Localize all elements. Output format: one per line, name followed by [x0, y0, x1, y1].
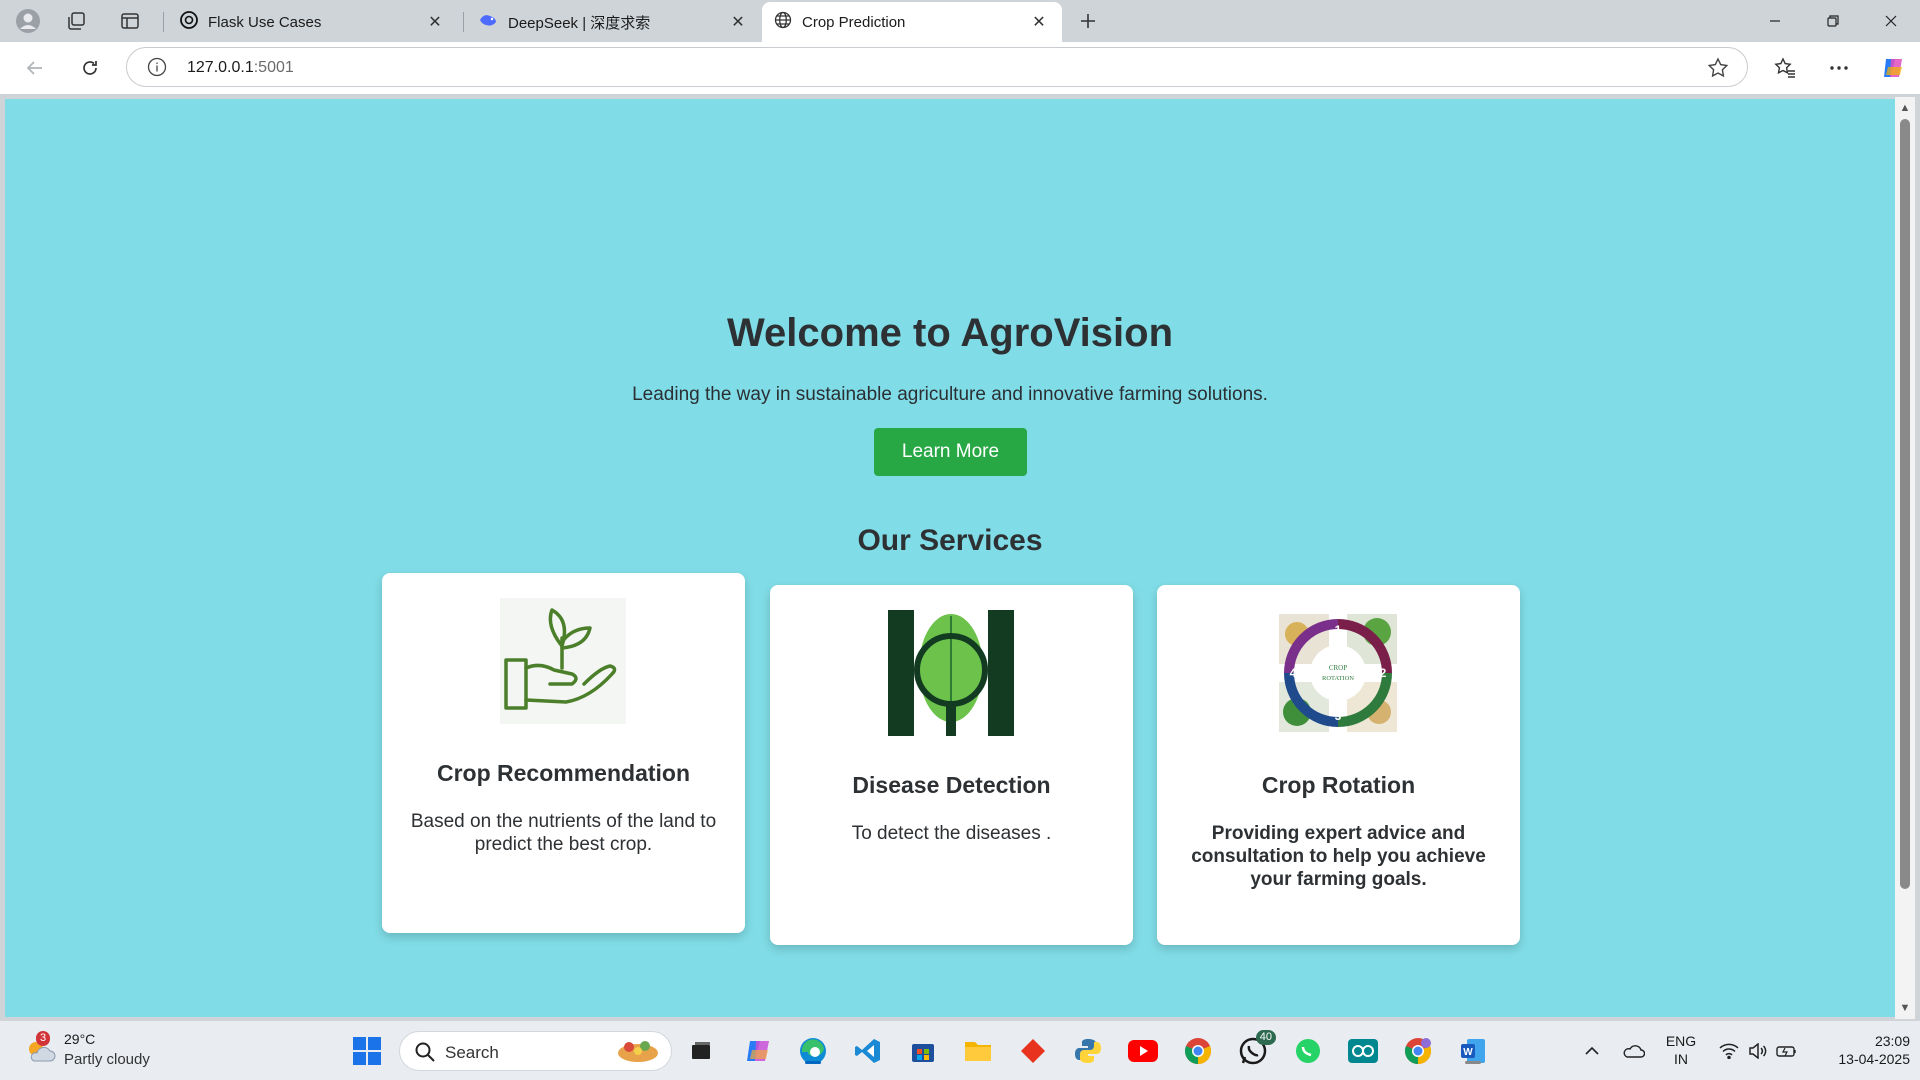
card-title: Crop Rotation [1261, 772, 1416, 798]
vscode-icon[interactable] [851, 1034, 885, 1068]
leaf-magnifier-icon [888, 610, 1014, 736]
diagram-label-bottom: ROTATION [1322, 675, 1354, 682]
close-icon[interactable]: ✕ [727, 11, 749, 33]
whatsapp-badge: 40 [1255, 1030, 1276, 1045]
page-scrollbar[interactable]: ▲ ▼ [1895, 97, 1915, 1019]
scroll-down-icon[interactable]: ▼ [1898, 1001, 1912, 1015]
weather-icon: 3 [24, 1031, 56, 1070]
running-indicator [1465, 1061, 1481, 1064]
globe-icon [774, 11, 792, 33]
card-title: Crop Recommendation [436, 760, 691, 786]
hero-title: Welcome to AgroVision [727, 311, 1173, 355]
search-icon [414, 1041, 436, 1068]
workspaces-icon[interactable] [62, 7, 90, 35]
edge-browser-icon[interactable] [796, 1034, 830, 1068]
taskbar-search[interactable]: Search [399, 1031, 672, 1071]
clock-date: 13-04-2025 [1838, 1051, 1910, 1067]
scroll-up-icon[interactable]: ▲ [1898, 101, 1912, 115]
card-text: Providing expert advice and consultation… [1191, 823, 1486, 890]
youtube-icon[interactable] [1126, 1034, 1160, 1068]
chrome-icon[interactable] [1181, 1034, 1215, 1068]
service-card-crop-recommendation[interactable]: Crop Recommendation Based on the nutrien… [382, 573, 745, 933]
diagram-step-3: 3 [1335, 709, 1342, 723]
services-title: Our Services [857, 524, 1043, 557]
chevron-up-icon[interactable] [1575, 1034, 1609, 1068]
card-text: Based on the nutrients of the land to pr… [410, 811, 717, 855]
learn-more-button[interactable]: Learn More [874, 428, 1027, 476]
taskbar: 3 29°C Partly cloudy Search 40 W ENG IN … [0, 1020, 1920, 1080]
close-icon[interactable]: ✕ [424, 11, 446, 33]
tab-deepseek[interactable]: DeepSeek | 深度求索 ✕ [466, 2, 761, 42]
whatsapp-icon[interactable]: 40 [1236, 1030, 1276, 1068]
close-window-icon[interactable] [1862, 0, 1920, 42]
whatsapp-business-icon[interactable] [1291, 1034, 1325, 1068]
url-text[interactable]: 127.0.0.1:5001 [187, 59, 294, 77]
diagram-step-4: 4 [1290, 666, 1297, 680]
tab-crop-prediction[interactable]: Crop Prediction ✕ [762, 2, 1062, 42]
refresh-icon[interactable] [75, 53, 105, 83]
python-icon[interactable] [1071, 1034, 1105, 1068]
tab-separator [163, 12, 164, 32]
language-code: ENG [1665, 1033, 1697, 1049]
site-info-icon[interactable] [147, 57, 167, 82]
openai-icon [180, 11, 198, 33]
new-tab-icon[interactable] [1074, 7, 1102, 35]
word-icon-letter: W [1463, 1047, 1473, 1058]
diagram-label-top: CROP [1329, 664, 1347, 672]
battery-icon[interactable] [1770, 1034, 1804, 1068]
search-placeholder: Search [445, 1043, 499, 1062]
weather-badge: 3 [36, 1031, 51, 1046]
weather-widget[interactable]: 3 29°C Partly cloudy [20, 1031, 180, 1073]
service-card-crop-rotation[interactable]: CROP ROTATION 1 2 3 4 Crop Rotation Prov… [1157, 585, 1520, 945]
active-indicator [805, 1061, 821, 1064]
tab-separator [463, 12, 464, 32]
clock[interactable]: 23:09 13-04-2025 [1814, 1032, 1910, 1068]
copilot-app-icon[interactable] [741, 1034, 775, 1068]
restore-icon[interactable] [1804, 0, 1862, 42]
scroll-thumb[interactable] [1900, 119, 1910, 889]
weather-condition: Partly cloudy [64, 1051, 150, 1068]
profile-icon[interactable] [14, 7, 42, 35]
diagram-step-1: 1 [1335, 623, 1342, 637]
tab-actions-icon[interactable] [116, 7, 144, 35]
onedrive-cloud-icon[interactable] [1616, 1034, 1650, 1068]
card-title: Disease Detection [852, 772, 1051, 798]
git-app-icon[interactable] [1016, 1034, 1050, 1068]
chrome-profile-icon[interactable] [1401, 1034, 1435, 1068]
browser-toolbar: 127.0.0.1:5001 [0, 42, 1920, 94]
microsoft-store-icon[interactable] [906, 1034, 940, 1068]
clock-time: 23:09 [1874, 1033, 1910, 1049]
address-bar[interactable]: 127.0.0.1:5001 [126, 47, 1748, 87]
region-code: IN [1674, 1051, 1688, 1067]
card-text: To detect the diseases . [851, 823, 1052, 844]
windows-start-icon[interactable] [350, 1034, 384, 1068]
tab-title: DeepSeek | 深度求索 [508, 14, 651, 32]
task-view-icon[interactable] [684, 1034, 718, 1068]
search-highlight-icon [613, 1037, 663, 1070]
tab-title: Crop Prediction [802, 13, 906, 31]
crop-rotation-diagram: CROP ROTATION 1 2 3 4 [1275, 610, 1401, 736]
copilot-icon[interactable] [1878, 53, 1908, 83]
favorite-star-icon[interactable] [1707, 57, 1729, 84]
service-card-disease-detection[interactable]: Disease Detection To detect the diseases… [770, 585, 1133, 945]
diagram-step-2: 2 [1380, 666, 1387, 680]
arduino-icon[interactable] [1346, 1034, 1380, 1068]
minimize-icon[interactable] [1746, 0, 1804, 42]
browser-tab-strip: Flask Use Cases ✕ DeepSeek | 深度求索 ✕ Crop… [0, 0, 1920, 42]
more-options-icon[interactable] [1824, 53, 1854, 83]
tab-flask-use-cases[interactable]: Flask Use Cases ✕ [168, 2, 458, 42]
hand-plant-icon [500, 598, 626, 724]
tab-title: Flask Use Cases [208, 13, 322, 31]
page-viewport: Welcome to AgroVision Leading the way in… [5, 99, 1895, 1017]
file-explorer-icon[interactable] [961, 1034, 995, 1068]
word-icon[interactable]: W [1456, 1034, 1490, 1068]
hero-subtitle: Leading the way in sustainable agricultu… [632, 384, 1268, 405]
weather-temperature: 29°C [64, 1031, 96, 1047]
favorites-icon[interactable] [1770, 53, 1800, 83]
close-icon[interactable]: ✕ [1028, 11, 1050, 33]
back-arrow-icon[interactable] [20, 53, 50, 83]
language-indicator[interactable]: ENG IN [1662, 1032, 1700, 1068]
deepseek-icon [478, 12, 498, 32]
